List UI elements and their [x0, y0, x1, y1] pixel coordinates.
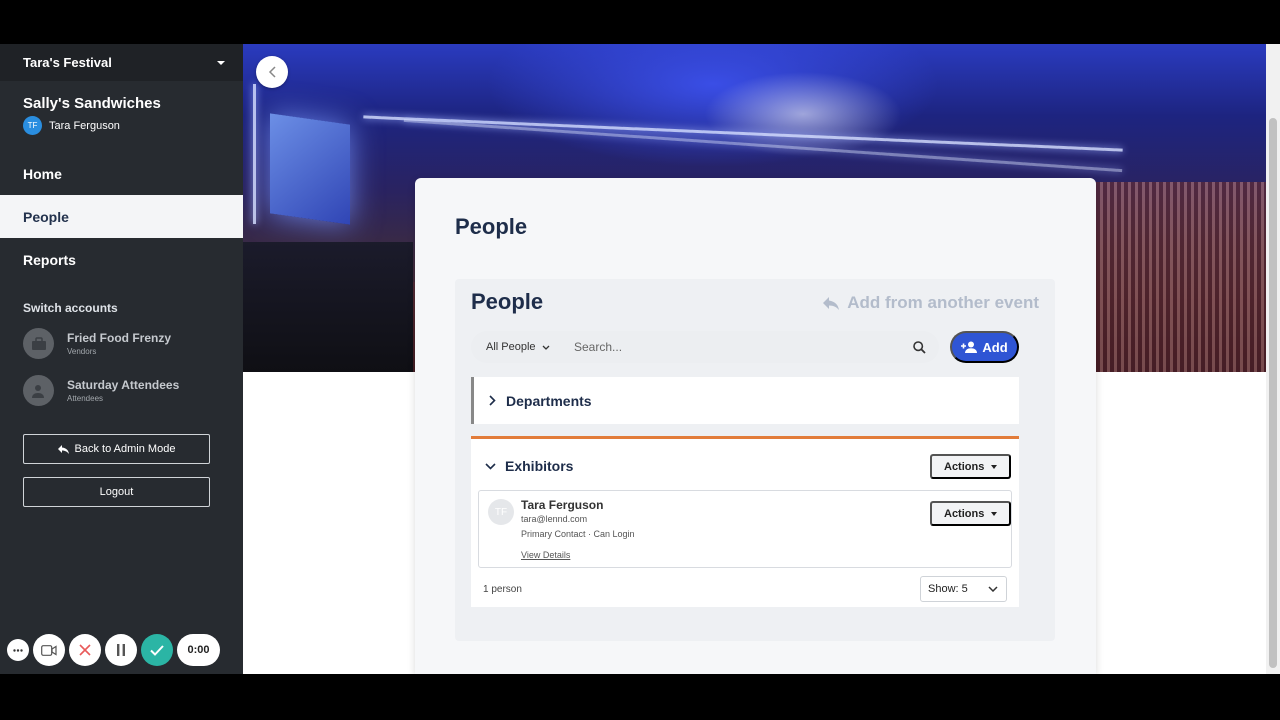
logout-label: Logout — [99, 486, 134, 498]
actions-label: Actions — [944, 507, 985, 520]
chevron-down-icon — [485, 462, 496, 470]
search-button[interactable] — [899, 340, 939, 354]
exhibitors-header[interactable]: Exhibitors — [485, 458, 573, 474]
switch-account-saturday-attendees[interactable]: Saturday Attendees Attendees — [23, 375, 179, 406]
people-filter-value: All People — [486, 341, 536, 353]
user-avatar: TF — [23, 116, 42, 135]
nav-item-reports[interactable]: Reports — [0, 238, 243, 281]
departments-label: Departments — [506, 392, 592, 409]
scrollbar-thumb[interactable] — [1269, 118, 1277, 668]
video-camera-icon — [41, 644, 57, 656]
exhibitors-section: Exhibitors Actions TF Tara Ferguson tara… — [471, 436, 1019, 607]
people-card: People People Add from another event All… — [415, 178, 1096, 674]
caret-down-icon — [217, 60, 225, 65]
sidebar: Tara's Festival Sally's Sandwiches TF Ta… — [0, 44, 243, 674]
add-person-button[interactable]: Add — [950, 331, 1019, 363]
light-pillar — [253, 84, 256, 224]
person-count: 1 person — [483, 584, 522, 595]
caret-down-icon — [991, 511, 998, 516]
briefcase-icon — [23, 328, 54, 359]
camera-toggle-button[interactable] — [33, 634, 65, 666]
crowd-right — [1093, 182, 1266, 372]
close-icon — [79, 644, 91, 656]
person-actions-button[interactable]: Actions — [930, 501, 1012, 526]
nav-item-home[interactable]: Home — [0, 152, 243, 195]
departments-section[interactable]: Departments — [471, 377, 1019, 424]
switch-account-type: Vendors — [67, 347, 97, 356]
pause-icon — [117, 644, 125, 656]
chevron-left-icon — [268, 66, 276, 78]
person-card: TF Tara Ferguson tara@lennd.com Primary … — [478, 490, 1012, 568]
people-panel: People Add from another event All People… — [455, 279, 1055, 641]
switch-account-fried-food-frenzy[interactable]: Fried Food Frenzy Vendors — [23, 328, 171, 359]
chevron-down-icon — [542, 345, 550, 350]
search-input[interactable] — [559, 340, 899, 354]
switch-account-name: Saturday Attendees — [67, 378, 180, 392]
stage-screen — [270, 113, 350, 225]
ellipsis-icon — [13, 648, 23, 652]
light-beam — [363, 115, 1123, 152]
add-from-another-event-label: Add from another event — [847, 293, 1039, 312]
add-person-label: Add — [982, 339, 1008, 355]
reply-arrow-icon — [823, 296, 840, 310]
nav-item-people[interactable]: People — [0, 195, 243, 238]
page-size-value: Show: 5 — [928, 583, 968, 595]
panel-title: People — [471, 289, 544, 314]
stage-floor — [243, 242, 413, 372]
user-check-icon — [23, 375, 54, 406]
search-bar: All People — [471, 331, 939, 363]
person-email: tara@lennd.com — [521, 514, 588, 524]
back-button[interactable] — [256, 56, 288, 88]
add-from-another-event-link[interactable]: Add from another event — [823, 293, 1039, 313]
people-filter-select[interactable]: All People — [471, 341, 559, 353]
reply-arrow-icon — [57, 444, 69, 454]
person-meta: Primary Contact · Can Login — [521, 529, 635, 539]
event-name: Tara's Festival — [23, 55, 112, 70]
page-size-select[interactable]: Show: 5 — [920, 576, 1007, 602]
view-details-link[interactable]: View Details — [521, 550, 570, 560]
pause-recording-button[interactable] — [105, 634, 137, 666]
actions-label: Actions — [944, 460, 985, 473]
recording-timer: 0:00 — [177, 634, 220, 666]
add-user-icon — [961, 341, 978, 353]
event-switcher[interactable]: Tara's Festival — [0, 44, 243, 81]
switch-account-name: Fried Food Frenzy — [67, 331, 172, 345]
more-options-button[interactable] — [7, 639, 29, 661]
page-scrollbar[interactable] — [1266, 44, 1280, 674]
recording-toolbar: 0:00 — [7, 634, 224, 666]
person-name: Tara Ferguson — [521, 498, 604, 512]
switch-accounts-title: Switch accounts — [23, 301, 118, 315]
search-icon — [912, 340, 926, 354]
person-avatar: TF — [488, 499, 514, 525]
caret-down-icon — [991, 464, 998, 469]
exhibitors-actions-button[interactable]: Actions — [930, 454, 1012, 479]
account-name: Sally's Sandwiches — [23, 95, 161, 112]
user-name: Tara Ferguson — [49, 119, 120, 132]
chevron-down-icon — [988, 586, 998, 592]
page-title: People — [455, 214, 528, 239]
check-icon — [150, 644, 164, 656]
logout-button[interactable]: Logout — [23, 477, 210, 507]
account-user: TF Tara Ferguson — [23, 116, 120, 135]
finish-recording-button[interactable] — [141, 634, 173, 666]
switch-account-type: Attendees — [67, 394, 104, 403]
back-to-admin-button[interactable]: Back to Admin Mode — [23, 434, 210, 464]
chevron-right-icon — [489, 395, 496, 406]
back-to-admin-label: Back to Admin Mode — [74, 443, 176, 455]
app-viewport: Tara's Festival Sally's Sandwiches TF Ta… — [0, 44, 1280, 674]
exhibitors-label: Exhibitors — [505, 458, 574, 474]
cancel-recording-button[interactable] — [69, 634, 101, 666]
